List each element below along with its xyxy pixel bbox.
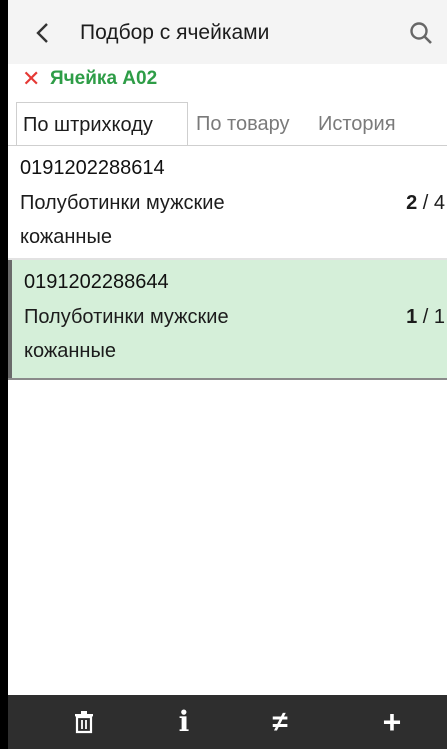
add-button[interactable]: + [362,695,422,749]
item-quantity: 1 / 1 [406,300,445,334]
plus-icon: + [382,704,402,740]
list-item-selected[interactable]: 0191202288644 Полуботинки мужские кожанн… [8,260,447,378]
item-quantity: 2 / 4 [406,186,445,220]
picked-count: 2 [406,192,418,214]
not-equal-icon: ≠ [272,706,288,737]
total-count: 1 [433,306,445,328]
bottom-toolbar: i ≠ + [8,695,447,749]
tab-bar: По штрихкоду По товару История [16,102,447,146]
close-icon[interactable]: ✕ [22,64,42,94]
item-barcode: 0191202288644 [24,271,169,293]
info-icon: i [178,705,190,738]
cell-indicator: ✕ Ячейка A02 [22,64,157,94]
trash-icon [75,711,93,734]
list-item[interactable]: 0191202288614 Полуботинки мужские кожанн… [8,146,447,258]
chevron-left-icon[interactable] [32,20,54,46]
cell-label: Ячейка A02 [50,68,158,89]
page-title: Подбор с ячейками [80,21,270,44]
qty-separator: / [417,192,434,214]
item-barcode: 0191202288614 [20,157,165,179]
delete-button[interactable] [54,695,114,749]
info-button[interactable]: i [154,695,214,749]
qty-separator: / [417,306,434,328]
screen: Подбор с ячейками ✕ Ячейка A02 По штрихк… [8,0,447,749]
tab-history[interactable]: История [318,102,396,146]
total-count: 4 [433,192,445,214]
mismatch-button[interactable]: ≠ [250,695,310,749]
row-divider [8,378,447,380]
search-icon[interactable] [408,20,434,46]
tab-by-product[interactable]: По товару [196,102,290,146]
item-name: Полуботинки мужские кожанные [24,306,229,362]
picked-count: 1 [406,306,418,328]
tab-by-barcode[interactable]: По штрихкоду [16,102,188,146]
app-bar: Подбор с ячейками [8,0,447,64]
item-name: Полуботинки мужские кожанные [20,192,225,248]
